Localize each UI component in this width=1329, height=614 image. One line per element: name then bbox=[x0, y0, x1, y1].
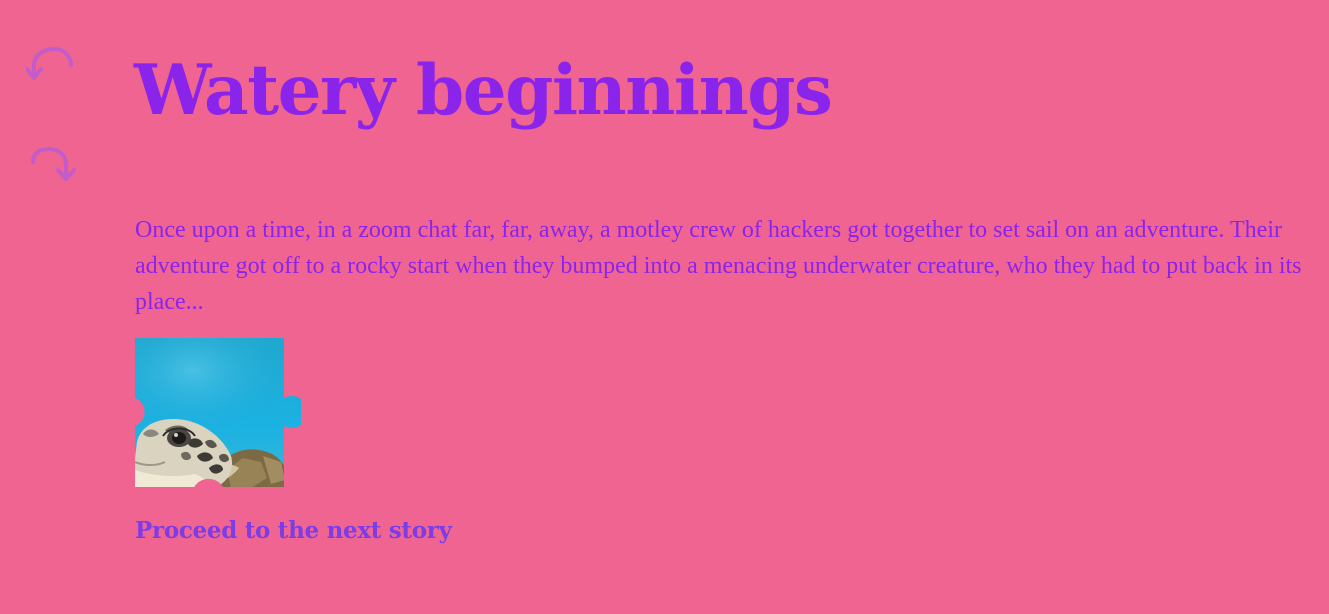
sea-turtle-puzzle-piece[interactable] bbox=[135, 338, 301, 488]
next-story-link[interactable]: Proceed to the next story bbox=[135, 517, 452, 544]
sea-turtle-image bbox=[135, 338, 301, 487]
redo-button[interactable] bbox=[26, 146, 78, 192]
history-controls bbox=[26, 44, 78, 248]
undo-arrow-icon bbox=[26, 46, 73, 80]
story-body: Once upon a time, in a zoom chat far, fa… bbox=[135, 217, 1302, 315]
story-title: Watery beginnings bbox=[134, 50, 833, 131]
undo-button[interactable] bbox=[26, 44, 78, 90]
redo-arrow-icon bbox=[31, 146, 76, 181]
